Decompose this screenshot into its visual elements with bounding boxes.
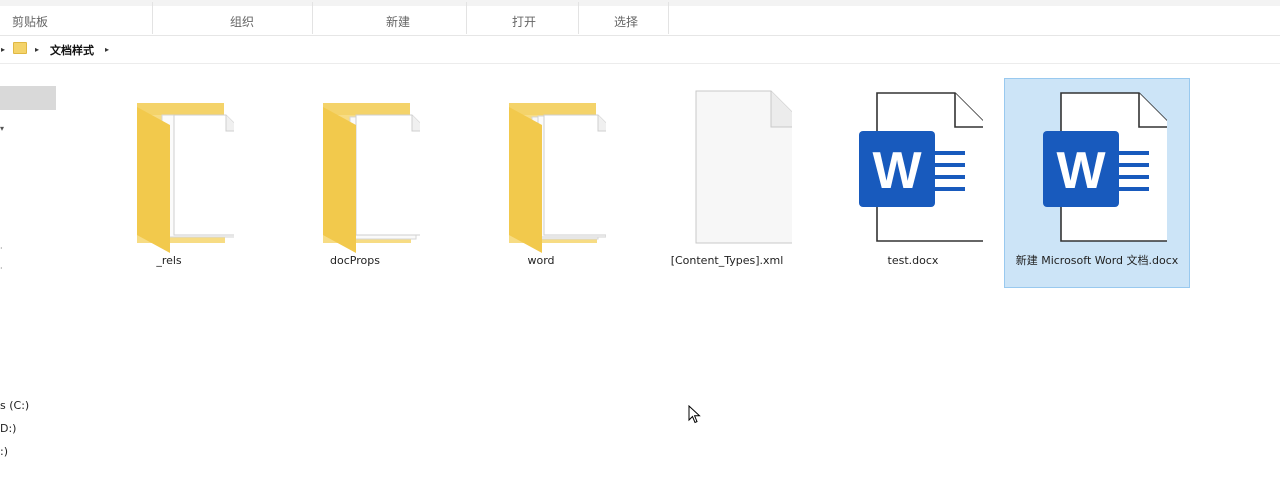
word-doc-icon: W [1005, 85, 1189, 255]
ribbon-group-label: 新建 [385, 14, 410, 29]
ribbon-group-select[interactable]: 选择 [594, 6, 658, 36]
chevron-right-icon[interactable]: ▸ [1, 45, 5, 54]
ribbon-group-open[interactable]: 打开 [492, 6, 556, 36]
svg-text:W: W [872, 142, 922, 200]
nav-marker: · [0, 244, 3, 253]
file-item-test-docx[interactable]: W test.docx [820, 78, 1006, 288]
ribbon-group-organize[interactable]: 组织 [210, 6, 274, 36]
ribbon-group-clipboard[interactable]: 剪贴板 [0, 6, 60, 36]
folder-icon [77, 85, 261, 255]
file-name: 新建 Microsoft Word 文档.docx [1015, 254, 1179, 267]
ribbon-group-label: 选择 [613, 14, 638, 29]
ribbon-separator [578, 2, 579, 34]
mouse-cursor-icon [688, 404, 702, 429]
ribbon-separator [466, 2, 467, 34]
folder-icon [263, 85, 447, 255]
address-bar[interactable]: ▸ ▸ 文档样式 ▸ [0, 36, 1280, 64]
file-name: [Content_Types].xml [670, 254, 784, 267]
nav-selected-item[interactable] [0, 86, 56, 110]
file-name: word [527, 254, 555, 267]
ribbon-group-label: 剪贴板 [11, 14, 48, 29]
svg-text:W: W [1056, 142, 1106, 200]
ribbon-group-label: 打开 [511, 14, 536, 29]
chevron-right-icon[interactable]: ▸ [35, 45, 39, 54]
ribbon-group-label: 组织 [229, 14, 254, 29]
file-item-word-folder[interactable]: word [448, 78, 634, 288]
chevron-down-icon[interactable]: ▾ [0, 124, 4, 133]
blank-file-icon [635, 85, 819, 255]
ribbon-separator [152, 2, 153, 34]
file-name: _rels [156, 254, 182, 267]
ribbon-separator [668, 2, 669, 34]
ribbon-group-new[interactable]: 新建 [366, 6, 430, 36]
ribbon: 剪贴板 组织 新建 打开 选择 [0, 0, 1280, 36]
breadcrumb[interactable]: 文档样式 [50, 42, 94, 58]
nav-drive-d[interactable]: D:) [0, 422, 16, 435]
folder-icon [13, 42, 27, 54]
nav-marker: · [0, 264, 3, 273]
nav-drive-c[interactable]: s (C:) [0, 399, 29, 412]
word-doc-icon: W [821, 85, 1005, 255]
ribbon-separator [312, 2, 313, 34]
chevron-right-icon[interactable]: ▸ [105, 45, 109, 54]
file-item-new-word-docx[interactable]: W 新建 Microsoft Word 文档.docx [1004, 78, 1190, 288]
file-item-rels[interactable]: _rels [76, 78, 262, 288]
folder-icon [449, 85, 633, 255]
file-item-content-types[interactable]: [Content_Types].xml [634, 78, 820, 288]
file-name: docProps [330, 254, 380, 267]
file-name: test.docx [887, 254, 939, 267]
nav-drive-e[interactable]: :) [0, 445, 8, 458]
file-item-docprops[interactable]: docProps [262, 78, 448, 288]
